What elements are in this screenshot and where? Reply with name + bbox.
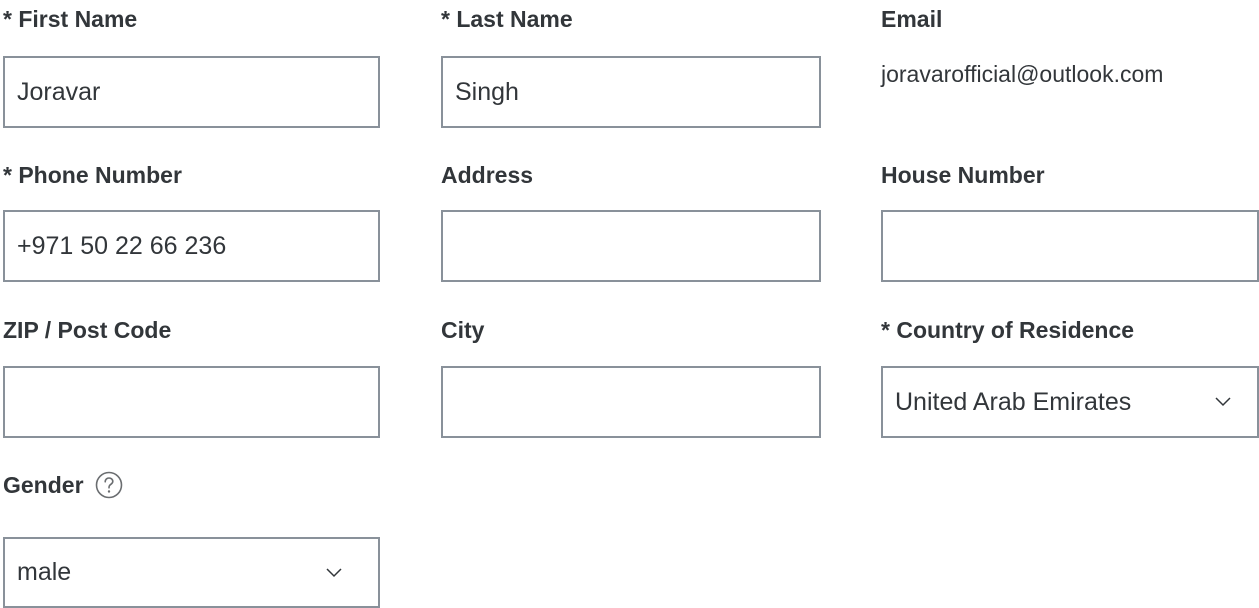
- phone-label: * Phone Number: [3, 162, 182, 188]
- email-field: Email joravarofficial@outlook.com: [881, 5, 1251, 129]
- email-label: Email: [881, 6, 943, 32]
- gender-field: Gender male: [3, 470, 381, 608]
- gender-label: Gender: [3, 472, 84, 498]
- city-field: City: [441, 316, 822, 440]
- city-input[interactable]: [441, 366, 821, 438]
- gender-select[interactable]: male: [3, 537, 380, 608]
- email-value: joravarofficial@outlook.com: [881, 61, 1164, 87]
- zip-field: ZIP / Post Code: [3, 316, 381, 440]
- first-name-input[interactable]: [3, 56, 380, 128]
- house-number-input[interactable]: [881, 210, 1259, 282]
- first-name-label: * First Name: [3, 6, 138, 32]
- first-name-field: * First Name: [3, 5, 381, 129]
- address-label: Address: [441, 162, 534, 188]
- phone-input[interactable]: [3, 210, 380, 282]
- country-select[interactable]: United Arab Emirates: [881, 366, 1259, 438]
- phone-field: * Phone Number: [3, 161, 381, 283]
- last-name-input[interactable]: [441, 56, 821, 128]
- last-name-field: * Last Name: [441, 5, 822, 129]
- address-field: Address: [441, 161, 822, 283]
- country-selected-value: United Arab Emirates: [895, 387, 1132, 416]
- country-label: * Country of Residence: [881, 317, 1135, 343]
- house-number-field: House Number: [881, 161, 1259, 283]
- chevron-down-icon[interactable]: [1211, 390, 1235, 414]
- city-label: City: [441, 317, 485, 343]
- zip-input[interactable]: [3, 366, 380, 438]
- chevron-down-icon[interactable]: [322, 561, 346, 585]
- zip-label: ZIP / Post Code: [3, 317, 172, 343]
- address-input[interactable]: [441, 210, 821, 282]
- country-field: * Country of Residence United Arab Emira…: [881, 316, 1259, 440]
- house-number-label: House Number: [881, 162, 1045, 188]
- last-name-label: * Last Name: [441, 6, 573, 32]
- question-circle-icon[interactable]: [94, 470, 124, 500]
- gender-label-row: Gender: [3, 470, 124, 500]
- gender-selected-value: male: [17, 558, 72, 586]
